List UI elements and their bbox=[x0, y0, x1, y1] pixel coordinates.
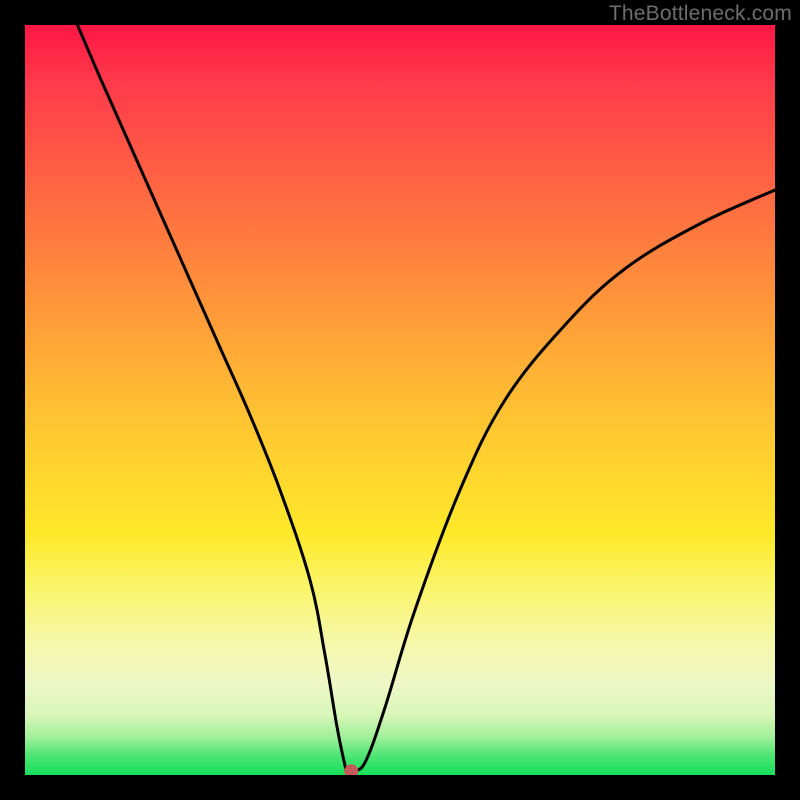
chart-frame: TheBottleneck.com bbox=[0, 0, 800, 800]
bottleneck-curve bbox=[78, 25, 776, 773]
watermark-text: TheBottleneck.com bbox=[609, 2, 792, 26]
chart-svg bbox=[25, 25, 775, 775]
plot-area bbox=[25, 25, 775, 775]
